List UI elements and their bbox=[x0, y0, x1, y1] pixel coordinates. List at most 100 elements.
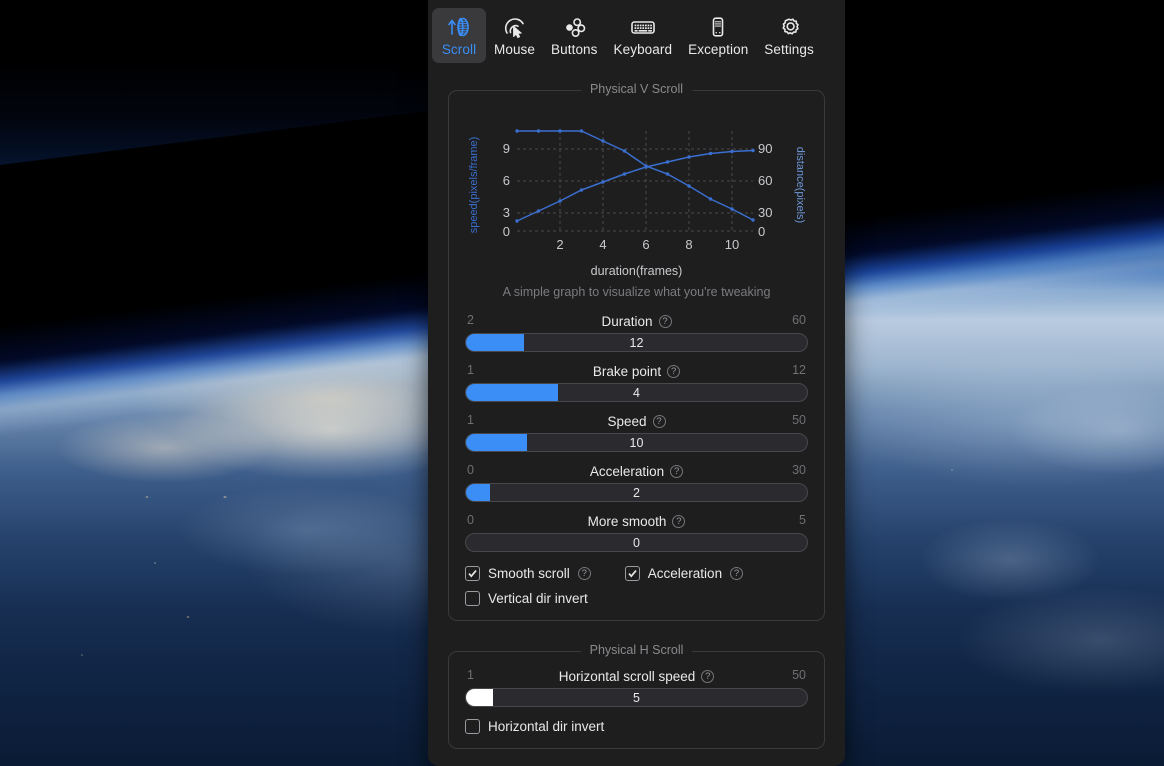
help-icon-speed[interactable]: ? bbox=[652, 415, 666, 428]
slider-head-horizontal-scroll-speed: 1 Horizontal scroll speed ? 50 bbox=[465, 668, 808, 685]
settings-icon bbox=[776, 14, 802, 40]
svg-text:4: 4 bbox=[599, 237, 606, 252]
slider-head-acceleration: 0 Acceleration ? 30 bbox=[465, 463, 808, 480]
tab-scroll[interactable]: Scroll bbox=[432, 8, 486, 63]
help-icon-duration[interactable]: ? bbox=[658, 315, 672, 328]
svg-text:6: 6 bbox=[642, 237, 649, 252]
slider-label-acceleration: Acceleration bbox=[589, 464, 665, 479]
slider-duration[interactable]: 12 bbox=[465, 333, 808, 352]
svg-text:90: 90 bbox=[758, 141, 772, 156]
slider-row-duration: 2 Duration ? 60 12 bbox=[465, 313, 808, 352]
checkbox-label-vertical-dir-invert: Vertical dir invert bbox=[488, 591, 588, 606]
scroll-curve-chart: speed(pixels/frame) distance(pixels) 9 6… bbox=[465, 107, 808, 278]
tab-exception[interactable]: Exception bbox=[680, 8, 756, 63]
slider-brake-point[interactable]: 4 bbox=[465, 383, 808, 402]
slider-row-horizontal-scroll-speed: 1 Horizontal scroll speed ? 50 5 bbox=[465, 668, 808, 707]
slider-label-more-smooth: More smooth bbox=[587, 514, 667, 529]
checkbox-vertical-dir-invert[interactable]: Vertical dir invert bbox=[465, 591, 588, 606]
slider-label-horizontal-scroll-speed: Horizontal scroll speed bbox=[558, 669, 696, 684]
help-icon-more-smooth[interactable]: ? bbox=[672, 515, 686, 528]
checkbox-row-horizontal: Horizontal dir invert bbox=[465, 719, 808, 734]
slider-value-acceleration: 2 bbox=[633, 485, 640, 500]
checkbox-label-smooth-scroll: Smooth scroll bbox=[488, 566, 570, 581]
slider-min-horizontal-scroll-speed: 1 bbox=[467, 668, 474, 682]
section-physical-h-scroll-title: Physical H Scroll bbox=[580, 643, 693, 657]
buttons-icon bbox=[561, 14, 587, 40]
slider-max-more-smooth: 5 bbox=[799, 513, 806, 527]
tab-buttons[interactable]: Buttons bbox=[543, 8, 605, 63]
svg-text:30: 30 bbox=[758, 205, 772, 220]
chart-series-distance bbox=[516, 149, 754, 222]
checkbox-label-horizontal-dir-invert: Horizontal dir invert bbox=[488, 719, 605, 734]
tab-mouse[interactable]: Mouse bbox=[486, 8, 543, 63]
chart-xlabel: duration(frames) bbox=[590, 264, 683, 278]
slider-head-brake-point: 1 Brake point ? 12 bbox=[465, 363, 808, 380]
checkbox-box-smooth-scroll[interactable] bbox=[465, 566, 480, 581]
chart-ylabel-left: speed(pixels/frame) bbox=[468, 137, 480, 234]
exception-icon bbox=[705, 14, 731, 40]
checkbox-smooth-scroll[interactable]: Smooth scroll ? bbox=[465, 566, 591, 581]
checkbox-row-primary: Smooth scroll ? Acceleration ? bbox=[465, 566, 808, 581]
chart-caption: A simple graph to visualize what you're … bbox=[502, 285, 771, 299]
tab-mouse-label: Mouse bbox=[494, 42, 536, 57]
slider-max-acceleration: 30 bbox=[792, 463, 806, 477]
slider-row-brake-point: 1 Brake point ? 12 4 bbox=[465, 363, 808, 402]
slider-max-brake-point: 12 bbox=[792, 363, 806, 377]
help-icon-brake-point[interactable]: ? bbox=[667, 365, 681, 378]
tab-exception-label: Exception bbox=[688, 42, 749, 57]
section-physical-v-scroll: Physical V Scroll speed(pixels/frame) di… bbox=[448, 82, 825, 621]
checkbox-row-secondary: Vertical dir invert bbox=[465, 591, 808, 606]
help-icon-smooth-scroll[interactable]: ? bbox=[577, 567, 591, 580]
section-physical-h-scroll: Physical H Scroll 1 Horizontal scroll sp… bbox=[448, 643, 825, 749]
svg-text:3: 3 bbox=[503, 205, 510, 220]
help-icon-acceleration-check[interactable]: ? bbox=[730, 567, 744, 580]
slider-value-horizontal-scroll-speed: 5 bbox=[633, 690, 640, 705]
desktop-background: Scroll Mouse Buttons Keyboard Exception … bbox=[0, 0, 1164, 766]
slider-head-duration: 2 Duration ? 60 bbox=[465, 313, 808, 330]
slider-head-more-smooth: 0 More smooth ? 5 bbox=[465, 513, 808, 530]
slider-value-duration: 12 bbox=[629, 335, 644, 350]
slider-max-speed: 50 bbox=[792, 413, 806, 427]
tab-scroll-label: Scroll bbox=[441, 42, 477, 57]
slider-row-more-smooth: 0 More smooth ? 5 0 bbox=[465, 513, 808, 552]
keyboard-icon bbox=[629, 14, 657, 40]
checkbox-box-horizontal-dir-invert[interactable] bbox=[465, 719, 480, 734]
slider-row-speed: 1 Speed ? 50 10 bbox=[465, 413, 808, 452]
slider-min-speed: 1 bbox=[467, 413, 474, 427]
chart-series-speed bbox=[517, 130, 754, 221]
help-icon-acceleration[interactable]: ? bbox=[670, 465, 684, 478]
slider-max-duration: 60 bbox=[792, 313, 806, 327]
slider-label-duration: Duration bbox=[601, 314, 653, 329]
checkbox-acceleration[interactable]: Acceleration ? bbox=[624, 566, 744, 581]
checkbox-horizontal-dir-invert[interactable]: Horizontal dir invert bbox=[465, 719, 604, 734]
slider-row-acceleration: 0 Acceleration ? 30 2 bbox=[465, 463, 808, 502]
slider-label-brake-point: Brake point bbox=[592, 364, 662, 379]
slider-max-horizontal-scroll-speed: 50 bbox=[792, 668, 806, 682]
checkbox-box-acceleration[interactable] bbox=[624, 566, 640, 581]
slider-more-smooth[interactable]: 0 bbox=[465, 533, 808, 552]
help-icon-horizontal-scroll-speed[interactable]: ? bbox=[701, 670, 715, 683]
svg-text:8: 8 bbox=[685, 237, 692, 252]
tab-settings[interactable]: Settings bbox=[756, 8, 822, 63]
slider-acceleration[interactable]: 2 bbox=[465, 483, 808, 502]
preferences-popover: Scroll Mouse Buttons Keyboard Exception … bbox=[428, 0, 845, 766]
svg-text:2: 2 bbox=[556, 237, 563, 252]
slider-min-acceleration: 0 bbox=[467, 463, 474, 477]
slider-min-more-smooth: 0 bbox=[467, 513, 474, 527]
svg-text:6: 6 bbox=[503, 173, 510, 188]
svg-text:0: 0 bbox=[503, 224, 510, 239]
checkbox-box-vertical-dir-invert[interactable] bbox=[465, 591, 480, 606]
svg-text:60: 60 bbox=[758, 173, 772, 188]
tab-settings-label: Settings bbox=[764, 42, 814, 57]
slider-speed[interactable]: 10 bbox=[465, 433, 808, 452]
slider-head-speed: 1 Speed ? 50 bbox=[465, 413, 808, 430]
slider-value-speed: 10 bbox=[629, 435, 644, 450]
mouse-icon bbox=[502, 14, 528, 40]
tab-bar: Scroll Mouse Buttons Keyboard Exception … bbox=[428, 0, 845, 68]
slider-horizontal-scroll-speed[interactable]: 5 bbox=[465, 688, 808, 707]
tab-keyboard[interactable]: Keyboard bbox=[606, 8, 681, 63]
checkbox-label-acceleration: Acceleration bbox=[647, 566, 723, 581]
settings-scroll-area[interactable]: Physical V Scroll speed(pixels/frame) di… bbox=[428, 68, 845, 766]
tab-keyboard-label: Keyboard bbox=[613, 42, 673, 57]
svg-text:9: 9 bbox=[503, 141, 510, 156]
